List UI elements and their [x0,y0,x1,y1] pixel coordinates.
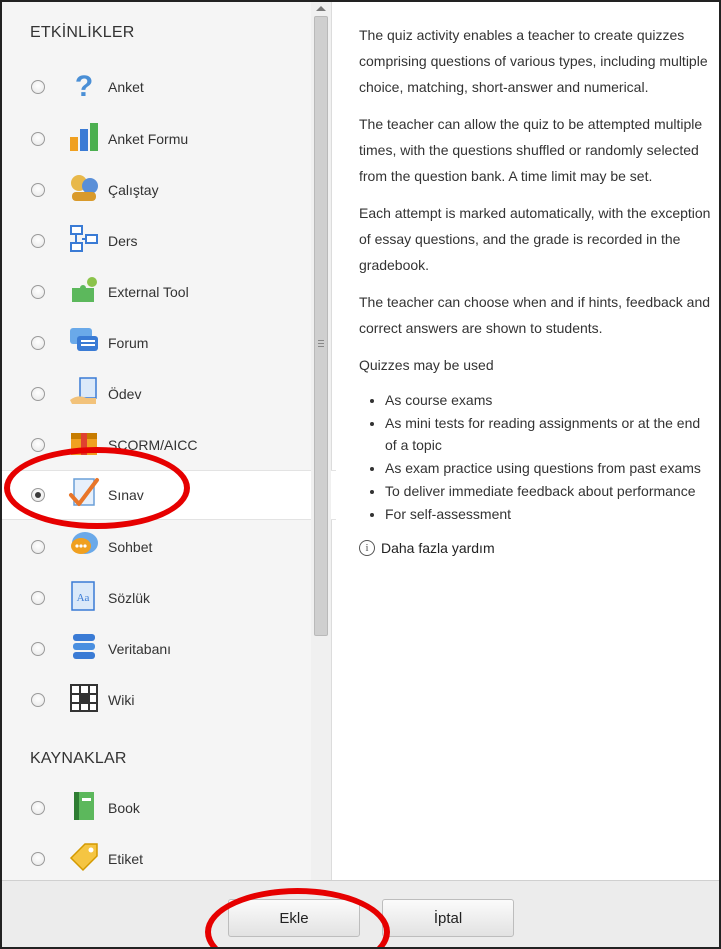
add-button[interactable]: Ekle [228,899,360,937]
option-label-anket: Anket [108,79,144,95]
option-odev[interactable]: Ödev [2,369,310,419]
option-sohbet[interactable]: Sohbet [2,522,310,572]
radio-book[interactable] [31,801,45,815]
dialog-footer: Ekle İptal [2,880,719,947]
option-label-etiket: Etiket [108,851,144,867]
option-book[interactable]: Book [2,783,310,833]
list-item: As course exams [385,389,711,411]
activity-list-panel: ETKİNLİKLER ? Anket Anket Formu Çalıştay [2,2,336,880]
option-anket-formu[interactable]: Anket Formu [2,114,310,164]
resources-section-title: KAYNAKLAR [30,750,127,767]
list-item: For self-assessment [385,503,711,525]
book-icon [68,790,100,822]
option-anket[interactable]: ? Anket [2,62,310,112]
activity-list-scrollbar[interactable] [311,2,331,880]
option-scorm[interactable]: SCORM/AICC [2,420,310,470]
svg-text:?: ? [75,70,93,101]
radio-external-tool[interactable] [31,285,45,299]
bar-chart-icon [68,121,100,153]
option-sozluk[interactable]: Aa Sözlük [2,573,310,623]
radio-anket[interactable] [31,80,45,94]
option-wiki[interactable]: Wiki [2,675,310,725]
radio-etiket[interactable] [31,852,45,866]
radio-veritabani[interactable] [31,642,45,656]
quiz-uses-list: As course exams As mini tests for readin… [359,389,711,525]
activity-help-panel: The quiz activity enables a teacher to c… [359,22,711,561]
option-ders[interactable]: Ders [2,216,310,266]
option-calistay[interactable]: Çalıştay [2,165,310,215]
list-item: As exam practice using questions from pa… [385,457,711,479]
more-help-label[interactable]: Daha fazla yardım [381,535,495,561]
option-forum[interactable]: Forum [2,318,310,368]
option-label-forum: Forum [108,335,149,351]
help-paragraph: The teacher can allow the quiz to be att… [359,116,703,184]
radio-calistay[interactable] [31,183,45,197]
radio-ders[interactable] [31,234,45,248]
help-paragraph: The quiz activity enables a teacher to c… [359,27,708,95]
option-label-odev: Ödev [108,386,142,402]
option-sinav[interactable]: Sınav [2,470,336,520]
scrollbar-grip-icon [318,340,324,347]
question-icon: ? [68,69,100,101]
hand-document-icon [68,376,100,408]
option-label-calistay: Çalıştay [108,182,159,198]
activities-section-title: ETKİNLİKLER [30,24,135,41]
help-paragraph: The teacher can choose when and if hints… [359,294,711,336]
activity-chooser-dialog: ETKİNLİKLER ? Anket Anket Formu Çalıştay [0,0,721,949]
option-etiket[interactable]: Etiket [2,834,310,884]
option-label-ders: Ders [108,233,138,249]
wiki-grid-icon [68,682,100,714]
chat-bubbles-icon [68,325,100,357]
svg-text:Aa: Aa [77,592,90,604]
help-paragraph: Quizzes may be used [359,357,494,373]
people-icon [68,172,100,204]
package-icon [68,427,100,459]
radio-sozluk[interactable] [31,591,45,605]
speech-bubble-icon [68,529,100,561]
list-item: As mini tests for reading assignments or… [385,412,711,456]
option-label-book: Book [108,800,140,816]
list-item: To deliver immediate feedback about perf… [385,480,711,502]
radio-scorm[interactable] [31,438,45,452]
radio-sohbet[interactable] [31,540,45,554]
puzzle-icon [68,274,100,306]
flowchart-icon [68,223,100,255]
cancel-button[interactable]: İptal [382,899,514,937]
option-label-sinav: Sınav [108,487,144,503]
option-external-tool[interactable]: External Tool [2,267,310,317]
radio-anket-formu[interactable] [31,132,45,146]
option-label-sohbet: Sohbet [108,539,153,555]
more-help-link[interactable]: i Daha fazla yardım [359,535,711,561]
option-label-scorm: SCORM/AICC [108,437,198,453]
dictionary-icon: Aa [68,580,100,612]
option-label-wiki: Wiki [108,692,135,708]
radio-odev[interactable] [31,387,45,401]
checkmark-document-icon [68,477,100,509]
radio-sinav[interactable] [31,488,45,502]
option-veritabani[interactable]: Veritabanı [2,624,310,674]
radio-wiki[interactable] [31,693,45,707]
scroll-up-arrow-icon[interactable] [316,6,326,11]
option-label-external-tool: External Tool [108,284,189,300]
tag-icon [68,841,100,873]
option-label-veritabani: Veritabanı [108,641,172,657]
option-label-sozluk: Sözlük [108,590,151,606]
help-paragraph: Each attempt is marked automatically, wi… [359,205,711,273]
database-icon [68,631,100,663]
info-icon: i [359,540,375,556]
option-label-anket-formu: Anket Formu [108,131,189,147]
scrollbar-thumb[interactable] [314,16,328,636]
radio-forum[interactable] [31,336,45,350]
